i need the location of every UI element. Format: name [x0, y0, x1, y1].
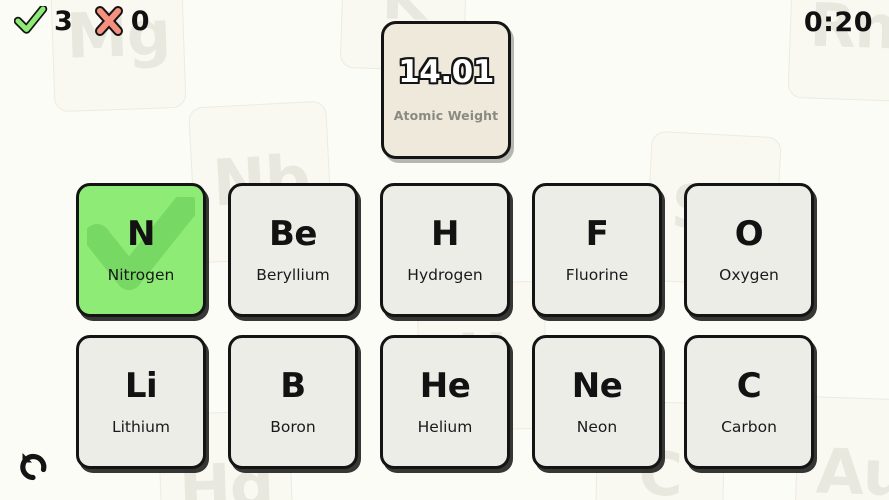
answer-tile-name: Oxygen [719, 265, 779, 284]
answer-tile-symbol: O [734, 213, 764, 254]
answer-tile-name: Nitrogen [107, 265, 175, 284]
undo-button[interactable] [12, 446, 56, 486]
answer-tile-symbol: Li [124, 365, 158, 406]
answer-tile-nitrogen[interactable]: N Nitrogen [76, 183, 206, 317]
answer-tile-neon[interactable]: Ne Neon [532, 335, 662, 469]
undo-arrow-icon [17, 449, 51, 484]
answer-tile-boron[interactable]: B Boron [228, 335, 358, 469]
answer-tile-lithium[interactable]: Li Lithium [76, 335, 206, 469]
answer-tile-name: Fluorine [565, 265, 629, 284]
answer-tile-symbol: C [736, 365, 762, 406]
prompt-card: 14.01 Atomic Weight [381, 21, 511, 159]
answer-tile-symbol: F [585, 213, 609, 254]
answer-tile-symbol: He [419, 365, 471, 406]
answer-tile-symbol: N [127, 213, 155, 254]
background-tile-symbol: Au [814, 434, 889, 500]
cross-icon [93, 6, 125, 36]
score-group: 3 0 [14, 6, 150, 36]
timer-display: 0:20 [803, 7, 873, 38]
answer-tile-name: Lithium [111, 417, 171, 436]
answer-tile-name: Carbon [721, 417, 777, 436]
answer-tile-symbol: H [431, 213, 459, 254]
answer-grid: N Nitrogen Be Beryllium H Hydrogen F Fluorine O O… [76, 183, 816, 469]
answer-tile-name: Boron [270, 417, 316, 436]
answer-tile-carbon[interactable]: C Carbon [684, 335, 814, 469]
wrong-count: 0 [130, 5, 150, 37]
answer-tile-helium[interactable]: He Helium [380, 335, 510, 469]
correct-count: 3 [54, 5, 73, 37]
answer-tile-fluorine[interactable]: F Fluorine [532, 183, 662, 317]
answer-tile-symbol: Ne [571, 365, 623, 406]
answer-tile-name: Hydrogen [407, 265, 483, 284]
answer-tile-symbol: B [280, 365, 306, 406]
answer-tile-name: Neon [576, 417, 618, 436]
check-icon [14, 6, 48, 36]
correct-score: 3 [14, 6, 73, 36]
prompt-value: 14.01 [397, 54, 496, 90]
answer-tile-name: Helium [417, 417, 473, 436]
answer-tile-hydrogen[interactable]: H Hydrogen [380, 183, 510, 317]
answer-tile-oxygen[interactable]: O Oxygen [684, 183, 814, 317]
answer-tile-symbol: Be [269, 213, 317, 254]
wrong-score: 0 [93, 6, 150, 36]
answer-tile-beryllium[interactable]: Be Beryllium [228, 183, 358, 317]
prompt-label: Atomic Weight [393, 108, 499, 123]
answer-tile-name: Beryllium [256, 265, 330, 284]
